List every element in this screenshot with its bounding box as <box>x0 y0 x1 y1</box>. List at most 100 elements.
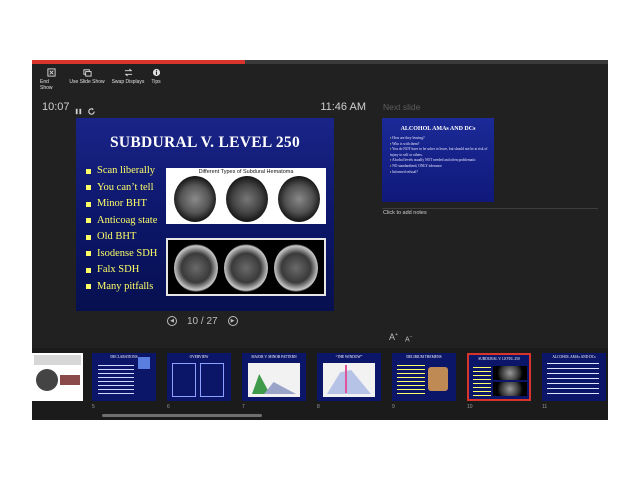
bullet-item: Scan liberally <box>86 163 157 180</box>
thumbnail-number: 11 <box>542 404 548 410</box>
bullet-item: Informed refusal? <box>390 170 488 176</box>
progress-fill <box>32 60 246 64</box>
slide-thumbnail[interactable]: OVERVIEW <box>167 353 231 401</box>
notes-divider <box>382 208 598 209</box>
thumbnail-scrollbar[interactable] <box>102 414 262 417</box>
reset-timer-icon[interactable] <box>87 103 97 115</box>
end-show-label: End Show <box>40 79 53 91</box>
bullet-item: Isodense SDH <box>86 246 157 263</box>
swap-displays-button[interactable]: Swap Displays <box>110 68 146 92</box>
thumbnail-box <box>172 363 196 397</box>
thumbnail-header <box>34 355 81 365</box>
ct-scan-image <box>174 176 216 222</box>
thumbnail-title: OVERVIEW <box>189 355 209 359</box>
slide-thumbnail[interactable]: ALCOHOL AMAs AND DCs <box>542 353 606 401</box>
logo-graphic <box>36 369 58 391</box>
ct-scan-image <box>278 176 320 222</box>
slide-show-icon <box>82 68 92 77</box>
thumbnail-photo <box>493 366 527 380</box>
slide-counter: 10 / 27 <box>187 315 218 327</box>
elapsed-timer: 10:07 <box>42 101 70 113</box>
slide-title: SUBDURAL V. LEVEL 250 <box>109 134 301 151</box>
decrease-font-button[interactable]: A− <box>405 334 413 343</box>
speaker-notes[interactable]: Click to add notes <box>383 210 427 216</box>
next-slide-button[interactable]: ▶ <box>227 316 238 326</box>
progress-bar <box>32 60 608 64</box>
info-icon <box>151 68 161 77</box>
end-show-icon <box>46 68 56 77</box>
thumbnail-photo <box>493 382 527 396</box>
thumbnail-number: 6 <box>167 404 170 410</box>
bullet-marker <box>86 201 91 207</box>
thumbnail-text <box>473 367 491 397</box>
bullet-item: Many pitfalls <box>86 279 157 296</box>
previous-slide-button[interactable]: ◀ <box>167 316 177 326</box>
image-caption: Different Types of Subdural Hematoma <box>198 169 294 175</box>
slide-thumbnail[interactable]: DELIRIUM TREMENS <box>392 353 456 401</box>
thumbnail-title: ALCOHOL AMAs AND DCs <box>552 355 596 359</box>
slide-navigation: ◀ 10 / 27 ▶ <box>167 314 238 328</box>
chevron-left-icon: ◀ <box>170 317 174 324</box>
increase-font-button[interactable]: A+ <box>389 332 398 342</box>
thumbnail-photo <box>428 367 448 391</box>
next-slide-preview[interactable]: ALCOHOL AMAs AND DCs How are they leavin… <box>382 118 494 202</box>
pause-icon[interactable] <box>74 103 84 115</box>
thumbnail-text <box>98 365 134 395</box>
thumbnail-text <box>547 363 599 395</box>
bullet-item: You do NOT have to be sober to leave, bu… <box>390 147 488 158</box>
ct-scan-image <box>174 244 218 292</box>
tips-label: Tips <box>151 79 161 85</box>
tips-button[interactable]: Tips <box>149 68 163 92</box>
ct-scan-image-bottom <box>166 238 326 296</box>
next-slide-label: Next slide <box>383 102 421 112</box>
ct-scan-image <box>226 176 268 222</box>
thumbnail-title: “THE WINDOW” <box>335 355 363 359</box>
current-slide: SUBDURAL V. LEVEL 250 Scan liberally You… <box>76 118 334 311</box>
thumbnail-graphic <box>60 375 80 385</box>
ct-scan-image <box>224 244 268 292</box>
thumbnail-graphic <box>138 357 150 369</box>
slide-thumbnail-strip: DECLARATIONS 5 OVERVIEW 6 MAJOR V. MINOR… <box>32 348 608 420</box>
thumbnail-number: 10 <box>467 404 473 410</box>
end-show-button[interactable]: End Show <box>40 68 62 92</box>
thumbnail-title: SUBDURAL V. LEVEL 250 <box>478 357 520 361</box>
use-slide-show-button[interactable]: Use Slide Show <box>68 68 106 92</box>
slide-thumbnail[interactable]: “THE WINDOW” <box>317 353 381 401</box>
bullet-item: Minor BHT <box>86 196 157 213</box>
thumbnail-number: 9 <box>392 404 395 410</box>
bullet-item: You can’t tell <box>86 180 157 197</box>
bullet-marker <box>86 168 91 174</box>
bullet-marker <box>86 185 91 191</box>
swap-displays-icon <box>123 68 133 77</box>
next-slide-title: ALCOHOL AMAs AND DCs <box>400 126 476 132</box>
bullet-marker <box>86 218 91 224</box>
chevron-right-icon: ▶ <box>230 317 235 324</box>
thumbnail-chart <box>323 363 375 397</box>
bullet-marker <box>86 251 91 257</box>
thumbnail-number: 5 <box>92 404 95 410</box>
thumbnail-number: 8 <box>317 404 320 410</box>
slide-thumbnail[interactable]: MAJOR V. MINOR PATTERN <box>242 353 306 401</box>
bullet-marker <box>86 284 91 290</box>
bullet-marker <box>86 267 91 273</box>
thumbnail-number: 7 <box>242 404 245 410</box>
bullet-item: Falx SDH <box>86 262 157 279</box>
thumbnail-chart <box>248 363 300 397</box>
slide-thumbnail[interactable]: DECLARATIONS <box>92 353 156 401</box>
use-slide-show-label: Use Slide Show <box>69 79 105 85</box>
slide-thumbnail[interactable] <box>32 353 83 401</box>
next-slide-bullets: How are they leaving? Who is with them? … <box>390 136 488 175</box>
bullet-marker <box>86 234 91 240</box>
bullet-item: Old BHT <box>86 229 157 246</box>
clock-time: 11:46 AM <box>320 101 366 113</box>
ct-scan-image <box>274 244 318 292</box>
thumbnail-title: MAJOR V. MINOR PATTERN <box>251 355 297 359</box>
thumbnail-text <box>397 365 425 395</box>
thumbnail-title: DELIRIUM TREMENS <box>406 355 442 359</box>
slide-bullets: Scan liberally You can’t tell Minor BHT … <box>86 163 157 295</box>
ct-scan-image-top: Different Types of Subdural Hematoma <box>166 168 326 224</box>
swap-displays-label: Swap Displays <box>111 79 145 85</box>
bullet-item: Anticoag state <box>86 213 157 230</box>
thumbnail-box <box>200 363 224 397</box>
slide-thumbnail-current[interactable]: SUBDURAL V. LEVEL 250 <box>467 353 531 401</box>
